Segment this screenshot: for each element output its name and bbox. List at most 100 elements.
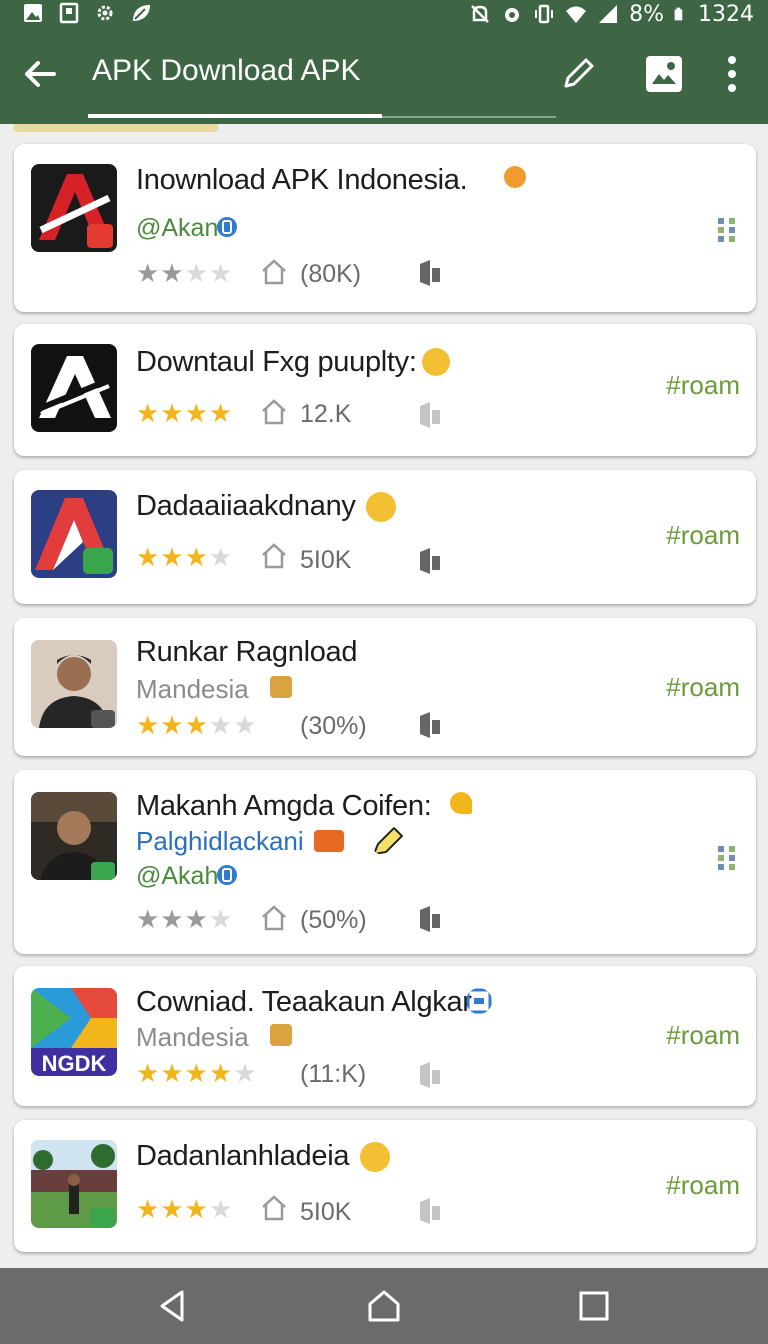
download-icon[interactable] [416,260,442,288]
alarm-icon [505,8,520,22]
roam-label[interactable]: #roam [666,1020,740,1051]
download-icon[interactable] [416,1062,442,1090]
smiley-emoji-icon [422,348,450,376]
app-icon-blue-a [31,490,117,578]
frame-icon [466,988,492,1014]
rating-count: 5I0K [300,546,352,574]
previous-card-edge [14,124,218,132]
page-title: APK Download APK [92,54,361,87]
app-icon-white-a [31,344,117,432]
app-list-item[interactable]: Downtaul Fxg puuplty: ★★★★ 12.K #roam [14,324,756,456]
app-list-item[interactable]: Makanh Amgda Coifen: Palghidlackani @Aka… [14,770,756,954]
download-icon[interactable] [416,548,442,576]
roam-label[interactable]: #roam [666,1170,740,1201]
app-name: Dadaaiiaakdnany [136,490,356,522]
app-icon-person [31,640,117,728]
status-bar: 8% 1324 [0,0,768,30]
grid-icon[interactable] [716,216,738,242]
app-developer: Mandesia [136,674,249,704]
app-list-item[interactable]: Dadaaiiaakdnany ★★★★ 5I0K #roam [14,470,756,604]
star-rating: ★★★★ [136,258,234,288]
house-icon [262,1195,286,1221]
wifi-icon [566,6,587,23]
app-icon-ngdk: NGDK [31,988,117,1076]
rating-count: (30%) [300,712,367,740]
status-time: 1324 [698,1,754,27]
smiley-emoji-icon [360,1142,390,1172]
app-list-item[interactable]: NGDK Cowniad. Teaakaun Algkar Mandesia ★… [14,966,756,1106]
star-rating: ★★★★★ [136,710,258,740]
star-rating: ★★★★ [136,542,234,572]
star-rating: ★★★★ [136,904,234,934]
person-photo [31,640,117,728]
app-list-item[interactable]: Runkar Ragnload Mandesia ★★★★★ (30%) #ro… [14,618,756,756]
flag-emoji-icon [270,1024,292,1046]
roam-label[interactable]: #roam [666,370,740,401]
blue-a-logo [35,498,113,574]
pencil-icon[interactable] [558,54,598,94]
house-icon [262,905,286,931]
roam-label[interactable]: #roam [666,520,740,551]
app-bar: APK Download APK [0,30,768,124]
roam-label[interactable]: #roam [666,672,740,703]
smiley-emoji-icon [366,492,396,522]
rating-count: 5I0K [300,1198,352,1226]
play-badge-icon [314,830,344,852]
flag-emoji-icon [270,676,292,698]
person-photo-2 [31,792,117,880]
back-icon[interactable] [20,54,60,94]
app-list-item[interactable]: Inownload APK Indonesia. @Akan ★★★★ (80K… [14,144,756,312]
rating-count: (11:K) [300,1060,367,1088]
settings-icon [97,5,113,21]
app-name: Cowniad. Teaakaun Algkar [136,986,472,1018]
app-icon-person-2 [31,792,117,880]
bell-emoji-icon [450,792,472,814]
title-underline-track [382,116,556,118]
battery-icon [674,7,683,21]
ngdk-logo: NGDK [31,988,117,1076]
red-a-logo [39,174,113,248]
download-icon[interactable] [416,402,442,430]
house-icon [262,543,286,569]
app-list-item[interactable]: Dadanlanhladeia ★★★★ 5I0K #roam [14,1120,756,1252]
leaf-icon [133,5,150,21]
app-name: Makanh Amgda Coifen: [136,790,432,822]
verified-icon [217,865,237,885]
app-developer: @Akah [136,862,219,890]
app-name: Dadanlanhladeia [136,1140,350,1172]
star-rating: ★★★★ [136,398,234,428]
battery-percent: 8% [629,1,664,27]
sun-emoji-icon [504,166,526,188]
home-icon[interactable] [366,1288,402,1324]
more-vert-icon[interactable] [716,52,748,96]
app-name: Inownload APK Indonesia. [136,164,468,196]
app-name: Downtaul Fxg puuplty: [136,346,417,378]
signal-icon [599,5,618,23]
mute-icon [471,5,489,23]
app-icon-red-a [31,164,117,252]
vibrate-icon [535,4,554,24]
back-triangle-icon[interactable] [154,1288,190,1324]
ngdk-logo-text: NGDK [42,1051,107,1076]
star-rating: ★★★★★ [136,1058,258,1088]
park-photo [31,1140,117,1228]
star-rating: ★★★★ [136,1194,234,1224]
download-icon[interactable] [416,712,442,740]
system-nav-bar [0,1268,768,1344]
house-icon [262,259,286,285]
image-edit-icon[interactable] [644,54,684,94]
grid-icon[interactable] [716,844,738,870]
title-underline [88,114,382,118]
app-name: Runkar Ragnload [136,636,358,668]
download-icon[interactable] [416,906,442,934]
app-developer-alt: Palghidlackani [136,826,304,856]
save-icon [59,2,79,24]
rating-count: 12.K [300,400,352,428]
download-icon[interactable] [416,1198,442,1226]
app-developer: @Akan [136,214,219,242]
recents-icon[interactable] [576,1288,612,1324]
white-a-logo [39,356,111,418]
house-icon [262,399,286,425]
rating-count: (50%) [300,906,367,934]
verified-icon [217,217,237,237]
